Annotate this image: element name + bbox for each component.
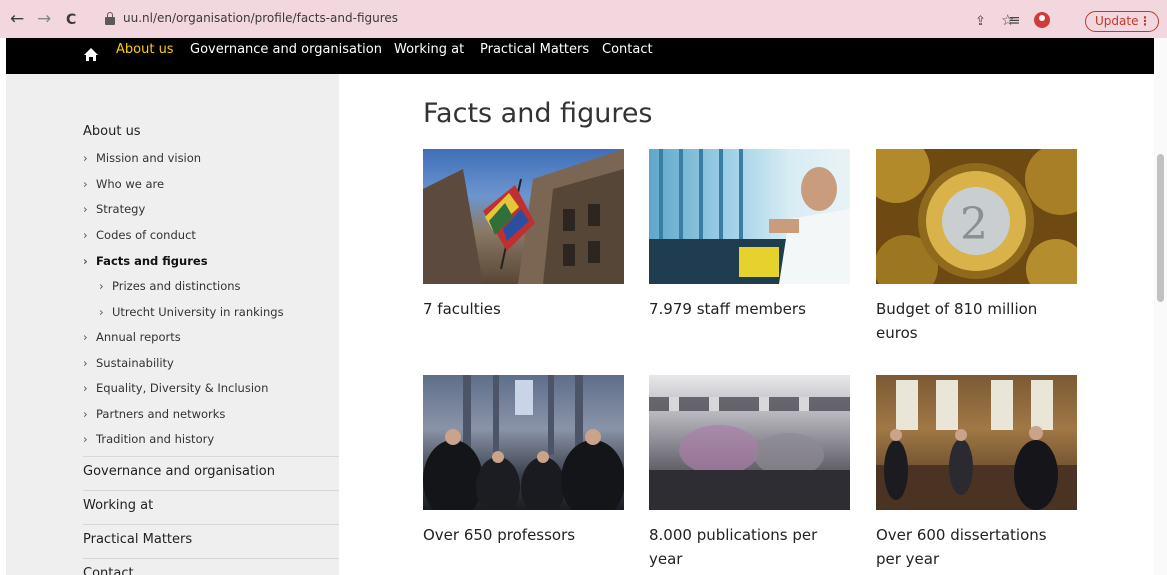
card-label-professors[interactable]: Over 650 professors [423,523,613,547]
topnav-contact[interactable]: Contact [602,42,653,57]
reload-icon[interactable]: C [66,10,76,30]
chevron-right-icon: › [83,330,88,344]
chevron-right-icon: › [83,254,88,268]
update-button[interactable]: Update ⋮ [1085,11,1159,32]
sidebar-item-strategy[interactable]: › Strategy [83,202,145,216]
share-icon[interactable]: ⇪ [975,14,986,29]
sidebar-item-partners[interactable]: › Partners and networks [83,407,225,421]
lock-icon [105,12,115,25]
sidebar-heading[interactable]: About us [83,124,141,139]
sidebar-item-annual-reports[interactable]: › Annual reports [83,330,181,344]
chevron-right-icon: › [83,151,88,165]
sidebar-item-codes-of-conduct[interactable]: › Codes of conduct [83,228,196,242]
topnav-working-at[interactable]: Working at [394,42,464,57]
topnav-governance[interactable]: Governance and organisation [190,42,382,57]
card-label-budget[interactable]: Budget of 810 million euros [876,297,1066,345]
profile-avatar[interactable] [1034,12,1050,28]
sidebar-item-equality[interactable]: › Equality, Diversity & Inclusion [83,381,268,395]
sidebar-subitem-rankings[interactable]: › Utrecht University in rankings [99,305,284,319]
chevron-right-icon: › [99,305,104,319]
chevron-right-icon: › [83,202,88,216]
card-label-faculties[interactable]: 7 faculties [423,297,613,321]
chevron-right-icon: › [83,432,88,446]
chevron-right-icon: › [83,228,88,242]
browser-toolbar: ← → C uu.nl/en/organisation/profile/fact… [0,0,1167,38]
update-label: Update [1095,14,1139,28]
menu-icon: ⋮ [1139,14,1151,28]
sidebar-section-practical-matters[interactable]: Practical Matters [83,524,339,558]
sidebar-section-contact[interactable]: Contact [83,558,339,575]
sidebar-item-sustainability[interactable]: › Sustainability [83,356,174,370]
professors-cathedral-image[interactable] [423,375,624,510]
dissertation-hall-image[interactable] [876,375,1077,510]
sidebar-item-who-we-are[interactable]: › Who we are [83,177,164,191]
publications-library-image[interactable] [649,375,850,510]
topnav-about-us[interactable]: About us [116,42,174,57]
home-icon[interactable] [84,48,98,62]
site-top-nav: About us Governance and organisation Wor… [6,38,1154,74]
sidebar-item-tradition[interactable]: › Tradition and history [83,432,214,446]
sidebar-item-facts-and-figures[interactable]: › Facts and figures [83,254,208,268]
sidebar: About us › Mission and vision › Who we are… [6,74,339,575]
topnav-practical-matters[interactable]: Practical Matters [480,42,589,57]
chevron-right-icon: › [83,177,88,191]
url-text[interactable]: uu.nl/en/organisation/profile/facts-and-… [123,11,398,25]
sidebar-section-governance[interactable]: Governance and organisation [83,456,339,490]
card-label-publications[interactable]: 8.000 publications per year [649,523,839,571]
forward-icon[interactable]: → [37,9,51,29]
sidebar-item-mission[interactable]: › Mission and vision [83,151,201,165]
back-icon[interactable]: ← [10,9,24,29]
chevron-right-icon: › [83,407,88,421]
euro-coins-image[interactable]: 2 [876,149,1077,284]
page-scrollbar[interactable] [1154,38,1167,575]
sidebar-subitem-prizes[interactable]: › Prizes and distinctions [99,279,241,293]
page-title: Facts and figures [423,98,653,129]
chevron-right-icon: › [99,279,104,293]
card-label-staff[interactable]: 7.979 staff members [649,297,839,321]
chevron-right-icon: › [83,381,88,395]
scrollbar-thumb[interactable] [1157,154,1164,302]
staff-lab-image[interactable] [649,149,850,284]
svg-text:2: 2 [960,199,988,250]
chevron-right-icon: › [83,356,88,370]
faculty-building-image[interactable] [423,149,624,284]
card-label-dissertations[interactable]: Over 600 dissertations per year [876,523,1066,571]
reading-list-icon[interactable]: ≡ [1008,11,1021,29]
sidebar-section-working-at[interactable]: Working at [83,490,339,524]
